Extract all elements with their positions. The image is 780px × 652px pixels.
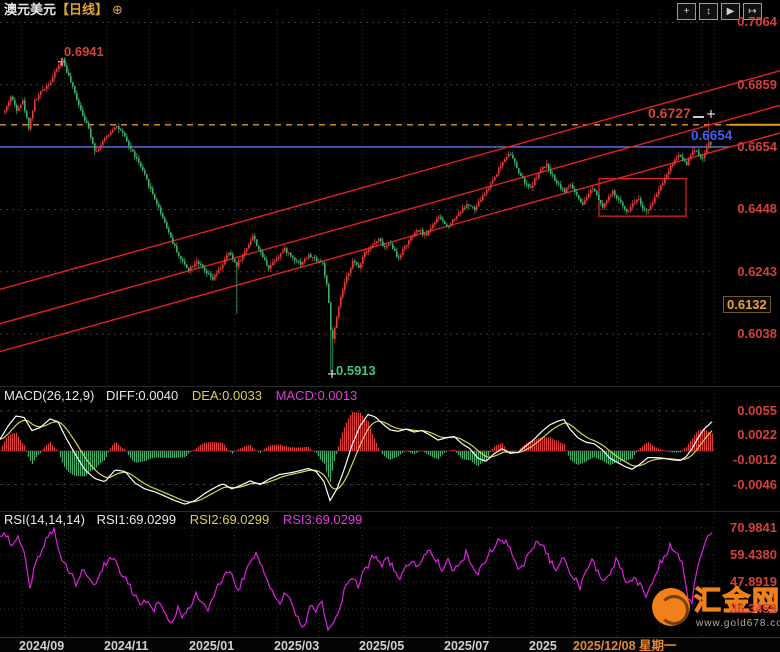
rsi3-value: RSI3:69.0299	[282, 512, 363, 527]
crosshair-tool-button[interactable]: +	[677, 3, 696, 20]
macd-legend: MACD(26,12,9) DIFF:0.0040 DEA:0.0033 MAC…	[4, 389, 357, 402]
rsi-axis-label: 59.4380	[730, 547, 777, 562]
date-label: 2025/07	[444, 639, 490, 652]
price-axis-label: 0.6243	[737, 263, 777, 279]
macd-diff-value: DIFF:0.0040	[105, 388, 179, 403]
chart-title: 澳元美元【日线】 ⊕	[4, 3, 123, 16]
date-label: 2025/05	[359, 639, 405, 652]
macd-axis-label: 0.0022	[737, 426, 777, 442]
price-axis-label: 0.7064	[737, 14, 777, 30]
macd-params: MACD(26,12,9)	[4, 388, 95, 403]
date-label: 2025	[529, 639, 557, 652]
rsi-legend: RSI(14,14,14) RSI1:69.0299 RSI2:69.0299 …	[4, 513, 362, 526]
macd-dea-value: DEA:0.0033	[191, 388, 262, 403]
macd-axis-label: -0.0046	[732, 476, 777, 492]
chart-window: 澳元美元【日线】 ⊕ + ↕ ▶ ↦ 0.6941 0.6727 0.5913 0…	[0, 0, 780, 652]
price-axis-label: 0.6654	[737, 138, 777, 154]
symbol-name: 澳元美元	[4, 2, 57, 17]
price-axis-label: 0.6038	[737, 325, 777, 341]
price-axis-label: 0.6448	[737, 201, 777, 217]
rsi-params: RSI(14,14,14)	[4, 512, 85, 527]
date-label: 2024/11	[104, 639, 149, 652]
indicator-toggle-icon[interactable]: ⊕	[112, 2, 123, 17]
marked-level-label: 0.6132	[723, 296, 771, 314]
date-label: 2025/01	[189, 639, 235, 652]
period-label: 【日线】	[56, 2, 109, 17]
scale-tool-button[interactable]: ↕	[699, 3, 718, 20]
swing-high-label: 0.6941	[64, 44, 104, 59]
swing-low-label: 0.5913	[336, 363, 376, 378]
current-date-label: 2025/12/08 星期一	[573, 639, 677, 652]
date-label: 2024/09	[19, 639, 65, 652]
macd-axis-label: 0.0055	[737, 402, 777, 418]
resistance-price-label: 0.6727	[648, 105, 691, 121]
chart-canvas[interactable]	[0, 0, 780, 652]
rsi-axis-label: 70.9841	[730, 519, 777, 535]
watermark-url: www.gold678.com	[696, 618, 780, 629]
scale-icon: ↕	[706, 5, 711, 17]
rsi1-value: RSI1:69.0299	[96, 512, 177, 527]
macd-axis-label: -0.0012	[732, 451, 777, 467]
macd-macd-value: MACD:0.0013	[275, 388, 358, 403]
rsi-axis-label: 36.3459	[730, 601, 777, 616]
rsi-axis-label: 47.8919	[730, 574, 777, 589]
crosshair-icon: +	[683, 5, 690, 17]
rsi2-value: RSI2:69.0299	[189, 512, 270, 527]
date-label: 2025/03	[274, 639, 320, 652]
price-axis-label: 0.6859	[737, 76, 777, 92]
huijin-logo-icon	[652, 588, 690, 626]
